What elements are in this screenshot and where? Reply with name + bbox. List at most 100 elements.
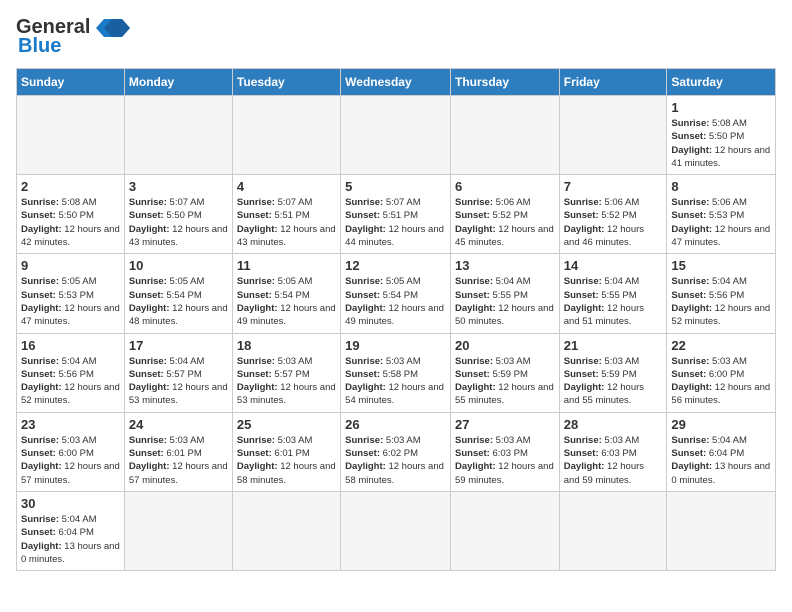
calendar-cell: 2 Sunrise: 5:08 AMSunset: 5:50 PMDaylight…: [17, 175, 125, 254]
day-number: 10: [129, 258, 228, 273]
day-number: 29: [671, 417, 771, 432]
day-info: Sunrise: 5:05 AMSunset: 5:54 PMDaylight:…: [237, 275, 336, 328]
day-number: 28: [564, 417, 663, 432]
day-header-friday: Friday: [559, 69, 667, 96]
calendar-week-3: 9Sunrise: 5:05 AMSunset: 5:53 PMDaylight…: [17, 254, 776, 333]
logo-icon: [94, 17, 132, 39]
logo: General Blue: [16, 16, 132, 58]
day-number: 21: [564, 338, 663, 353]
day-number: 8: [671, 179, 771, 194]
day-number: 16: [21, 338, 120, 353]
calendar-cell: 23 Sunrise: 5:03 AMSunset: 6:00 PMDayligh…: [17, 412, 125, 491]
day-info: Sunrise: 5:07 AMSunset: 5:51 PMDaylight:…: [345, 196, 446, 249]
calendar-cell: 4Sunrise: 5:07 AMSunset: 5:51 PMDaylight…: [232, 175, 340, 254]
day-info: Sunrise: 5:04 AMSunset: 5:56 PMDaylight:…: [21, 355, 120, 408]
day-number: 25: [237, 417, 336, 432]
day-info: Sunrise: 5:03 AMSunset: 6:02 PMDaylight:…: [345, 434, 446, 487]
day-header-monday: Monday: [124, 69, 232, 96]
calendar-cell: 21 Sunrise: 5:03 AMSunset: 5:59 PMDayligh…: [559, 333, 667, 412]
day-number: 5: [345, 179, 446, 194]
day-info: Sunrise: 5:03 AMSunset: 6:00 PMDaylight:…: [21, 434, 120, 487]
calendar-cell: 29 Sunrise: 5:04 AMSunset: 6:04 PMDayligh…: [667, 412, 776, 491]
calendar-cell: 6Sunrise: 5:06 AMSunset: 5:52 PMDaylight…: [451, 175, 560, 254]
calendar-header-row: SundayMondayTuesdayWednesdayThursdayFrid…: [17, 69, 776, 96]
day-number: 22: [671, 338, 771, 353]
day-info: Sunrise: 5:05 AMSunset: 5:54 PMDaylight:…: [345, 275, 446, 328]
day-info: Sunrise: 5:08 AMSunset: 5:50 PMDaylight:…: [21, 196, 120, 249]
day-info: Sunrise: 5:05 AMSunset: 5:54 PMDaylight:…: [129, 275, 228, 328]
day-info: Sunrise: 5:07 AMSunset: 5:51 PMDaylight:…: [237, 196, 336, 249]
day-info: Sunrise: 5:03 AMSunset: 5:59 PMDaylight:…: [455, 355, 555, 408]
calendar-cell: [451, 491, 560, 570]
calendar-cell: 15 Sunrise: 5:04 AMSunset: 5:56 PMDayligh…: [667, 254, 776, 333]
day-header-wednesday: Wednesday: [341, 69, 451, 96]
day-number: 17: [129, 338, 228, 353]
calendar-cell: 14Sunrise: 5:04 AMSunset: 5:55 PMDayligh…: [559, 254, 667, 333]
day-number: 2: [21, 179, 120, 194]
day-info: Sunrise: 5:03 AMSunset: 5:57 PMDaylight:…: [237, 355, 336, 408]
calendar-cell: 25 Sunrise: 5:03 AMSunset: 6:01 PMDayligh…: [232, 412, 340, 491]
day-info: Sunrise: 5:03 AMSunset: 6:00 PMDaylight:…: [671, 355, 771, 408]
day-info: Sunrise: 5:03 AMSunset: 6:03 PMDaylight:…: [455, 434, 555, 487]
calendar-table: SundayMondayTuesdayWednesdayThursdayFrid…: [16, 68, 776, 571]
day-info: Sunrise: 5:03 AMSunset: 6:03 PMDaylight:…: [564, 434, 663, 487]
calendar-week-5: 23 Sunrise: 5:03 AMSunset: 6:00 PMDayligh…: [17, 412, 776, 491]
day-info: Sunrise: 5:08 AMSunset: 5:50 PMDaylight:…: [671, 117, 771, 170]
calendar-cell: 5 Sunrise: 5:07 AMSunset: 5:51 PMDaylight…: [341, 175, 451, 254]
calendar-cell: [341, 491, 451, 570]
calendar-cell: 9Sunrise: 5:05 AMSunset: 5:53 PMDaylight…: [17, 254, 125, 333]
calendar-cell: 12 Sunrise: 5:05 AMSunset: 5:54 PMDayligh…: [341, 254, 451, 333]
day-number: 19: [345, 338, 446, 353]
calendar-week-6: 30 Sunrise: 5:04 AMSunset: 6:04 PMDayligh…: [17, 491, 776, 570]
day-info: Sunrise: 5:04 AMSunset: 6:04 PMDaylight:…: [671, 434, 771, 487]
calendar-cell: 19Sunrise: 5:03 AMSunset: 5:58 PMDayligh…: [341, 333, 451, 412]
day-number: 18: [237, 338, 336, 353]
day-info: Sunrise: 5:04 AMSunset: 5:57 PMDaylight:…: [129, 355, 228, 408]
calendar-cell: 18 Sunrise: 5:03 AMSunset: 5:57 PMDayligh…: [232, 333, 340, 412]
day-header-sunday: Sunday: [17, 69, 125, 96]
day-number: 1: [671, 100, 771, 115]
day-number: 30: [21, 496, 120, 511]
day-info: Sunrise: 5:03 AMSunset: 5:59 PMDaylight:…: [564, 355, 663, 408]
day-number: 14: [564, 258, 663, 273]
calendar-cell: 22 Sunrise: 5:03 AMSunset: 6:00 PMDayligh…: [667, 333, 776, 412]
day-info: Sunrise: 5:06 AMSunset: 5:52 PMDaylight:…: [455, 196, 555, 249]
header: General Blue: [16, 16, 776, 58]
calendar-cell: 26Sunrise: 5:03 AMSunset: 6:02 PMDayligh…: [341, 412, 451, 491]
calendar-cell: 8Sunrise: 5:06 AMSunset: 5:53 PMDaylight…: [667, 175, 776, 254]
calendar-cell: 28 Sunrise: 5:03 AMSunset: 6:03 PMDayligh…: [559, 412, 667, 491]
day-header-saturday: Saturday: [667, 69, 776, 96]
calendar-cell: 17 Sunrise: 5:04 AMSunset: 5:57 PMDayligh…: [124, 333, 232, 412]
day-info: Sunrise: 5:06 AMSunset: 5:52 PMDaylight:…: [564, 196, 663, 249]
day-info: Sunrise: 5:03 AMSunset: 6:01 PMDaylight:…: [237, 434, 336, 487]
calendar-cell: [559, 96, 667, 175]
calendar-cell: 24 Sunrise: 5:03 AMSunset: 6:01 PMDayligh…: [124, 412, 232, 491]
day-number: 9: [21, 258, 120, 273]
calendar-cell: 7 Sunrise: 5:06 AMSunset: 5:52 PMDaylight…: [559, 175, 667, 254]
day-number: 15: [671, 258, 771, 273]
calendar-cell: 20 Sunrise: 5:03 AMSunset: 5:59 PMDayligh…: [451, 333, 560, 412]
calendar-cell: 13Sunrise: 5:04 AMSunset: 5:55 PMDayligh…: [451, 254, 560, 333]
day-info: Sunrise: 5:04 AMSunset: 6:04 PMDaylight:…: [21, 513, 120, 566]
day-info: Sunrise: 5:04 AMSunset: 5:55 PMDaylight:…: [455, 275, 555, 328]
day-number: 20: [455, 338, 555, 353]
calendar-cell: [124, 491, 232, 570]
day-number: 11: [237, 258, 336, 273]
calendar-week-4: 16 Sunrise: 5:04 AMSunset: 5:56 PMDayligh…: [17, 333, 776, 412]
day-info: Sunrise: 5:04 AMSunset: 5:56 PMDaylight:…: [671, 275, 771, 328]
day-number: 24: [129, 417, 228, 432]
day-number: 3: [129, 179, 228, 194]
day-number: 12: [345, 258, 446, 273]
day-info: Sunrise: 5:03 AMSunset: 6:01 PMDaylight:…: [129, 434, 228, 487]
day-number: 7: [564, 179, 663, 194]
calendar-cell: 30 Sunrise: 5:04 AMSunset: 6:04 PMDayligh…: [17, 491, 125, 570]
day-number: 23: [21, 417, 120, 432]
calendar-cell: [451, 96, 560, 175]
calendar-week-1: 1 Sunrise: 5:08 AMSunset: 5:50 PMDaylight…: [17, 96, 776, 175]
calendar-cell: [232, 491, 340, 570]
day-header-tuesday: Tuesday: [232, 69, 340, 96]
day-info: Sunrise: 5:07 AMSunset: 5:50 PMDaylight:…: [129, 196, 228, 249]
calendar-cell: [232, 96, 340, 175]
calendar-cell: 11 Sunrise: 5:05 AMSunset: 5:54 PMDayligh…: [232, 254, 340, 333]
logo-blue: Blue: [18, 35, 61, 58]
